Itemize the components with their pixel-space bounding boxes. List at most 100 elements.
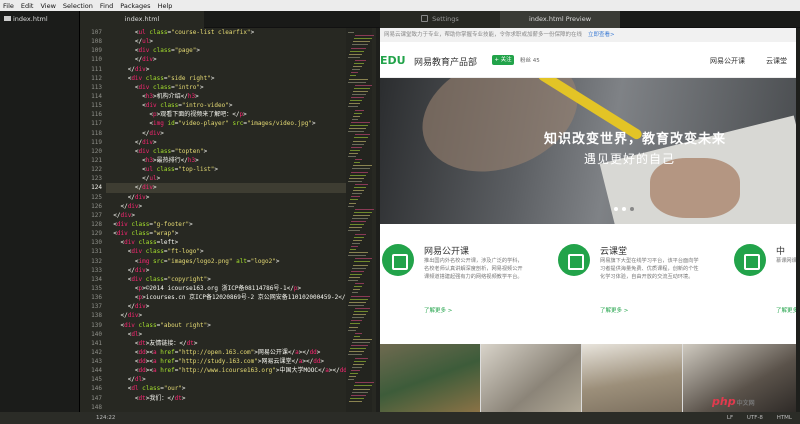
line-number: 119: [91, 138, 102, 146]
line-number: 140: [91, 330, 102, 338]
nav-link-cloud-class[interactable]: 云课堂: [766, 56, 787, 66]
minimap-line: [348, 156, 356, 157]
minimap-line: [351, 171, 368, 173]
minimap-line: [352, 267, 366, 269]
code-line[interactable]: <dt>我们：</dt>: [106, 394, 346, 403]
code-line[interactable]: <dt>友情链接：</dt>: [106, 339, 346, 348]
code-line[interactable]: <h3>最热排行</h3>: [106, 156, 346, 165]
code-line[interactable]: <div class="topten">: [106, 147, 346, 156]
code-editor[interactable]: 107 108 109 110 111 112 113 114 115 116 117 118 119 1…: [80, 28, 376, 412]
code-line[interactable]: <div class="ft-logo">: [106, 247, 346, 256]
code-line[interactable]: <div class="intro-video">: [106, 101, 346, 110]
code-line[interactable]: <ul class="course-list clearfix">: [106, 28, 346, 37]
carousel-dots: [614, 205, 638, 213]
nav-link-open-course[interactable]: 网易公开课: [710, 56, 745, 66]
tab-preview[interactable]: index.html Preview: [500, 11, 620, 28]
code-line[interactable]: <div class=left>: [106, 238, 346, 247]
line-ending[interactable]: LF: [727, 415, 733, 421]
menu-item-help[interactable]: Help: [158, 2, 173, 10]
minimap-line: [355, 134, 370, 136]
menu-item-packages[interactable]: Packages: [120, 2, 150, 10]
code-line[interactable]: <div class="wrap">: [106, 229, 346, 238]
line-number: 132: [91, 257, 102, 265]
line-number: 137: [91, 303, 102, 311]
file-encoding[interactable]: UTF-8: [747, 415, 763, 421]
code-line[interactable]: <div class="copyright">: [106, 275, 346, 284]
code-line[interactable]: </ul>: [106, 174, 346, 183]
code-line[interactable]: <h3>机构介绍</h3>: [106, 92, 346, 101]
code-line[interactable]: [106, 403, 346, 412]
code-line[interactable]: <p>观看下面的视频来了解吧：</p>: [106, 110, 346, 119]
photo-studio[interactable]: [582, 344, 682, 412]
minimap-line: [348, 230, 360, 232]
minimap-line: [350, 298, 368, 300]
grammar-selector[interactable]: HTML: [777, 415, 792, 421]
menu-bar: File Edit View Selection Find Packages Help: [0, 0, 800, 11]
promo-link[interactable]: 立即查看>: [588, 32, 615, 38]
code-line[interactable]: <dl class="our">: [106, 384, 346, 393]
code-line[interactable]: <div class="about right">: [106, 321, 346, 330]
menu-item-view[interactable]: View: [40, 2, 55, 10]
code-line[interactable]: </div>: [106, 65, 346, 74]
minimap-line: [349, 351, 364, 353]
code-line[interactable]: </div>: [106, 211, 346, 220]
minimap-line: [354, 360, 366, 362]
menu-item-edit[interactable]: Edit: [21, 2, 34, 10]
code-line[interactable]: <dl>: [106, 330, 346, 339]
menu-item-file[interactable]: File: [3, 2, 14, 10]
minimap-line: [348, 131, 364, 133]
carousel-dot[interactable]: [622, 207, 626, 211]
code-line[interactable]: <dd><a href="http://open.163.com">网易公开课<…: [106, 348, 346, 357]
code-line[interactable]: <p>icourses.cn 京ICP备12020869号-2 京公网安备110…: [106, 293, 353, 302]
code-line[interactable]: </div>: [106, 193, 346, 202]
code-line[interactable]: <p>©2014 icourse163.org 浙ICP备08114786号-1…: [106, 284, 346, 293]
tab-settings[interactable]: Settings: [380, 11, 500, 28]
code-line[interactable]: <div class="intro">: [106, 83, 346, 92]
code-line[interactable]: <dd><a href="http://www.icourse163.org">…: [106, 366, 351, 375]
code-line[interactable]: </div>: [106, 302, 346, 311]
cursor-position[interactable]: 124:22: [96, 412, 115, 424]
code-line[interactable]: </dl>: [106, 375, 346, 384]
minimap-line: [355, 307, 370, 309]
minimap-line: [353, 239, 362, 241]
tree-item-index-html[interactable]: index.html: [4, 15, 48, 24]
code-line[interactable]: </div>: [106, 266, 346, 275]
code-line[interactable]: <ul class="top-list">: [106, 165, 346, 174]
minimap-line: [348, 106, 358, 108]
code-line[interactable]: </div>: [106, 183, 346, 193]
code-line[interactable]: <div class="side right">: [106, 74, 346, 83]
photo-office[interactable]: [481, 344, 581, 412]
minimap[interactable]: [346, 28, 374, 412]
carousel-dot[interactable]: [614, 207, 618, 211]
code-line[interactable]: </div>: [106, 138, 346, 147]
code-line[interactable]: </div>: [106, 129, 346, 138]
feature-more-link[interactable]: 了解更多 >: [600, 306, 628, 314]
follow-button[interactable]: + 关注: [492, 55, 514, 65]
feature-more-link[interactable]: 了解更多 >: [424, 306, 452, 314]
code-line[interactable]: </div>: [106, 311, 346, 320]
line-number: 146: [91, 385, 102, 393]
line-number: 113: [91, 83, 102, 91]
minimap-line: [355, 283, 364, 285]
minimap-line: [353, 289, 360, 291]
code-line[interactable]: <img src="images/logo2.png" alt="logo2">: [106, 257, 346, 266]
carousel-dot[interactable]: [630, 207, 634, 211]
site-logo[interactable]: EDU: [380, 54, 406, 67]
code-line[interactable]: <div class="g-footer">: [106, 220, 346, 229]
code-line[interactable]: </ul>: [106, 37, 346, 46]
code-area[interactable]: <ul class="course-list clearfix"> </ul> …: [106, 28, 353, 412]
menu-item-find[interactable]: Find: [100, 2, 113, 10]
menu-item-selection[interactable]: Selection: [63, 2, 93, 10]
html-preview-pane[interactable]: 网易云课堂致力于专业，帮助你掌握专业技能，令你求职或加薪多一份保障的在线 立即查看…: [380, 28, 796, 412]
line-number: 128: [91, 220, 102, 228]
code-line[interactable]: <img id="video-player" src="images/video…: [106, 119, 346, 128]
photo-classroom[interactable]: [380, 344, 480, 412]
code-line[interactable]: </div>: [106, 202, 346, 211]
code-line[interactable]: <div class="page">: [106, 46, 346, 55]
code-line[interactable]: <dd><a href="http://study.163.com">网易云课堂…: [106, 357, 346, 366]
feature-more-link[interactable]: 了解更多 >: [776, 306, 796, 314]
tab-index-html[interactable]: index.html: [80, 11, 204, 28]
line-number: 136: [91, 294, 102, 302]
line-number: 124: [91, 184, 102, 192]
code-line[interactable]: </div>: [106, 55, 346, 64]
